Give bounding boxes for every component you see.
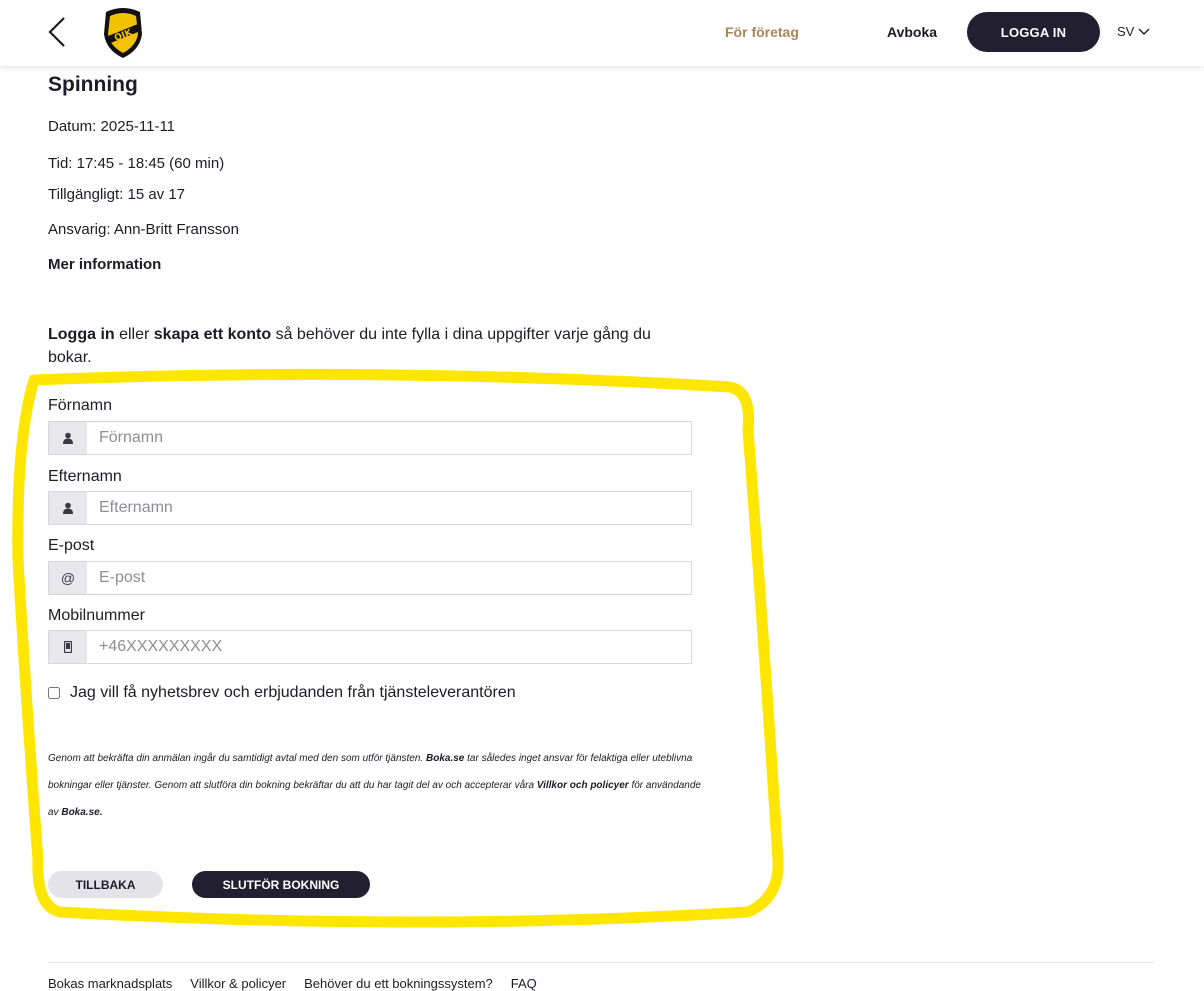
first-name-input[interactable] <box>87 422 691 454</box>
language-label: SV <box>1117 24 1135 39</box>
login-hint-or: eller <box>114 326 154 343</box>
create-account-link[interactable]: skapa ett konto <box>154 326 271 343</box>
event-availability: Tillgängligt: 15 av 17 <box>48 186 186 203</box>
first-name-field <box>48 421 692 455</box>
mobile-icon <box>49 631 87 663</box>
at-icon: @ <box>49 562 87 594</box>
footer-link-marketplace[interactable]: Bokas marknadsplats <box>48 976 172 991</box>
chevron-down-icon <box>1138 28 1150 35</box>
more-info-link[interactable]: Mer information <box>48 256 161 273</box>
event-title: Spinning <box>48 73 138 96</box>
user-icon <box>49 422 87 454</box>
user-icon <box>49 492 87 524</box>
nav-business-link[interactable]: För företag <box>725 24 799 40</box>
back-step-button[interactable]: TILLBAKA <box>48 871 163 898</box>
login-link[interactable]: Logga in <box>48 326 115 343</box>
last-name-input[interactable] <box>87 492 691 524</box>
terms-brand-2: Boka.se. <box>61 807 103 818</box>
footer-link-terms[interactable]: Villkor & policyer <box>190 976 286 991</box>
email-input[interactable] <box>87 562 691 594</box>
event-responsible: Ansvarig: Ann-Britt Fransson <box>48 221 239 238</box>
mobile-label: Mobilnummer <box>48 607 145 624</box>
chevron-left-icon <box>48 17 65 47</box>
login-hint: Logga in eller skapa ett konto så behöve… <box>48 323 698 369</box>
terms-policy-link[interactable]: Villkor och policyer <box>537 780 629 791</box>
footer-link-booking-system[interactable]: Behöver du ett bokningssystem? <box>304 976 493 991</box>
newsletter-checkbox[interactable] <box>48 687 60 699</box>
footer-link-faq[interactable]: FAQ <box>511 976 537 991</box>
footer-divider <box>48 962 1154 963</box>
newsletter-option[interactable]: Jag vill få nyhetsbrev och erbjudanden f… <box>48 684 516 702</box>
newsletter-label: Jag vill få nyhetsbrev och erbjudanden f… <box>70 684 516 701</box>
first-name-label: Förnamn <box>48 397 113 414</box>
site-header: ÖIK För företag Avboka LOGGA IN SV <box>0 0 1204 66</box>
email-field: @ <box>48 561 692 595</box>
event-date: Datum: 2025-11-11 <box>48 118 176 135</box>
finish-booking-button[interactable]: SLUTFÖR BOKNING <box>192 871 370 898</box>
terms-text: Genom att bekräfta din anmälan ingår du … <box>48 745 708 826</box>
club-logo[interactable]: ÖIK <box>98 6 148 60</box>
mobile-input[interactable] <box>87 631 691 663</box>
email-label: E-post <box>48 537 95 554</box>
language-selector[interactable]: SV <box>1117 24 1150 39</box>
terms-brand-1: Boka.se <box>425 753 465 764</box>
nav-cancel-link[interactable]: Avboka <box>887 24 937 40</box>
last-name-field <box>48 491 692 525</box>
last-name-label: Efternamn <box>48 468 122 485</box>
mobile-field <box>48 630 692 664</box>
back-button[interactable] <box>44 14 74 50</box>
event-time: Tid: 17:45 - 18:45 (60 min) <box>48 155 225 172</box>
terms-part-1: Genom att bekräfta din anmälan ingår du … <box>48 753 426 764</box>
login-button[interactable]: LOGGA IN <box>967 12 1100 52</box>
footer-links: Bokas marknadsplats Villkor & policyer B… <box>48 976 537 991</box>
